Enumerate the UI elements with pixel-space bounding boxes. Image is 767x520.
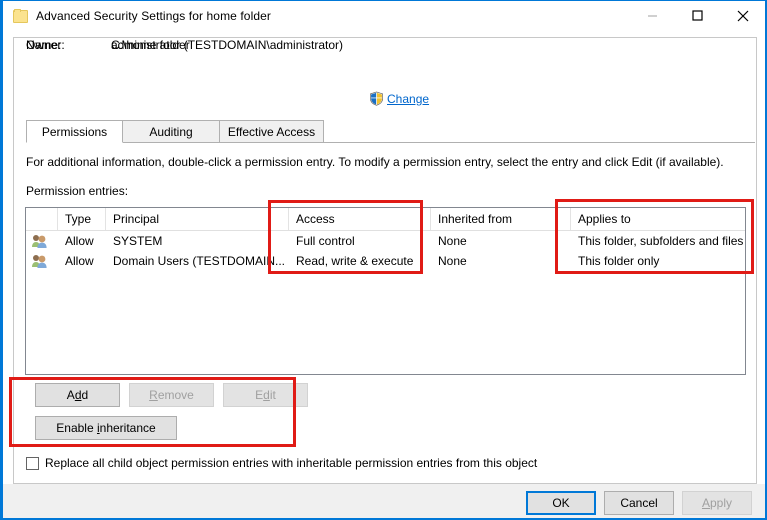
row-principal: Domain Users (TESTDOMAIN... <box>113 254 286 268</box>
row-access: Full control <box>296 234 355 248</box>
close-icon[interactable] <box>720 1 765 30</box>
edit-button[interactable]: Edit <box>223 383 308 407</box>
listview-header: Type Principal Access Inherited from App… <box>26 208 745 231</box>
add-button-accel: d <box>74 388 82 402</box>
instructions-text: For additional information, double-click… <box>26 155 724 169</box>
dialog-content-panel: Name: C:\home folder Owner: administrato… <box>13 37 757 484</box>
minimize-icon[interactable] <box>630 1 675 30</box>
column-header-access[interactable]: Access <box>289 208 431 230</box>
owner-value: administrator (TESTDOMAIN\administrator) <box>111 38 344 52</box>
row-applies-to: This folder, subfolders and files <box>578 234 744 248</box>
table-row[interactable]: Allow Domain Users (TESTDOMAIN... Read, … <box>26 251 745 271</box>
window-title: Advanced Security Settings for home fold… <box>36 9 271 23</box>
replace-child-permissions-row[interactable]: Replace all child object permission entr… <box>26 456 537 470</box>
maximize-icon[interactable] <box>675 1 720 30</box>
row-principal: SYSTEM <box>113 234 163 248</box>
title-bar: Advanced Security Settings for home fold… <box>3 1 765 31</box>
tab-permissions[interactable]: Permissions <box>26 120 123 143</box>
window-controls <box>630 1 765 30</box>
uac-shield-icon <box>370 91 383 106</box>
group-icon <box>31 233 48 249</box>
group-icon <box>31 253 48 269</box>
owner-label: Owner: <box>26 38 65 52</box>
edit-button-accel: d <box>263 388 270 402</box>
column-header-applies-to[interactable]: Applies to <box>571 208 745 230</box>
column-header-principal[interactable]: Principal <box>106 208 289 230</box>
row-type: Allow <box>65 234 94 248</box>
folder-icon <box>12 8 28 24</box>
permission-entries-listview[interactable]: Type Principal Access Inherited from App… <box>25 207 746 375</box>
cancel-button[interactable]: Cancel <box>604 491 674 515</box>
change-owner-link[interactable]: Change <box>369 91 429 106</box>
tab-permissions-label: Permissions <box>41 124 108 139</box>
tab-auditing[interactable]: Auditing <box>122 120 220 143</box>
row-access: Read, write & execute <box>296 254 414 268</box>
permission-entries-label: Permission entries: <box>26 184 129 198</box>
add-button[interactable]: Add <box>35 383 120 407</box>
tab-effective-access-label: Effective Access <box>227 124 316 139</box>
ok-button[interactable]: OK <box>526 491 596 515</box>
table-row[interactable]: Allow SYSTEM Full control None This fold… <box>26 231 745 251</box>
advanced-security-settings-window: Advanced Security Settings for home fold… <box>0 0 767 520</box>
row-inherited-from: None <box>438 254 467 268</box>
row-type: Allow <box>65 254 94 268</box>
enable-inheritance-button[interactable]: Enable inheritance <box>35 416 177 440</box>
column-header-type[interactable]: Type <box>58 208 106 230</box>
apply-button-accel: A <box>701 496 710 510</box>
remove-button-accel: R <box>149 388 158 402</box>
tab-auditing-label: Auditing <box>149 124 193 139</box>
column-header-icon[interactable] <box>26 208 58 230</box>
enable-inheritance-accel: i <box>96 421 100 435</box>
apply-button[interactable]: Apply <box>682 491 752 515</box>
replace-child-permissions-checkbox[interactable] <box>26 456 39 470</box>
row-inherited-from: None <box>438 234 467 248</box>
tab-effective-access[interactable]: Effective Access <box>219 120 324 143</box>
change-link-label[interactable]: Change <box>387 92 429 106</box>
remove-button[interactable]: Remove <box>129 383 214 407</box>
row-applies-to: This folder only <box>578 254 660 268</box>
tab-strip: Permissions Auditing Effective Access <box>26 120 756 143</box>
column-header-inherited-from[interactable]: Inherited from <box>431 208 571 230</box>
replace-child-permissions-label: Replace all child object permission entr… <box>45 456 538 470</box>
